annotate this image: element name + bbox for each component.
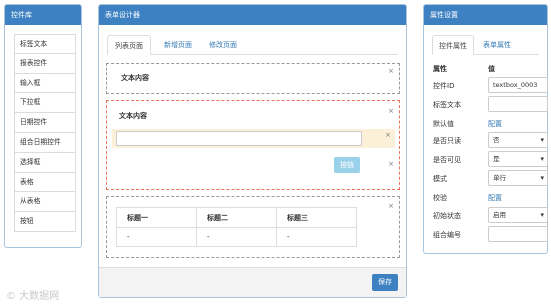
property-header-row: 属性 值 [432, 60, 542, 78]
readonly-select[interactable]: 否 [488, 132, 548, 148]
control-item-table[interactable]: 表格 [14, 172, 76, 193]
group-number-field[interactable] [488, 226, 548, 242]
property-row-initial-state: 初始状态 启用 [432, 207, 548, 225]
control-item-dropdown[interactable]: 下拉框 [14, 93, 76, 114]
property-row-mode: 模式 单行 [432, 170, 548, 188]
property-row-control-id: 控件ID textbox_0003 [432, 77, 548, 95]
property-label: 是否可见 [433, 156, 461, 164]
property-label: 是否只读 [433, 137, 461, 145]
table-cell: - [116, 227, 197, 247]
designer-tabs: 列表页面 新增页面 修改页面 [107, 35, 398, 55]
form-designer-panel: 表单设计器 列表页面 新增页面 修改页面 文本内容 × 文本内容 × × 按链 … [98, 4, 407, 298]
default-value-config-link[interactable]: 配置 [488, 119, 502, 129]
table-header-2: 标题二 [196, 207, 277, 228]
table-header-1: 标题一 [116, 207, 197, 228]
form-designer-title: 表单设计器 [99, 5, 406, 25]
property-name-header: 属性 [433, 65, 447, 73]
control-item-button[interactable]: 按钮 [14, 212, 76, 232]
save-button[interactable]: 保存 [372, 274, 398, 291]
watermark-text: © 大数据网 [6, 291, 60, 302]
property-row-validation: 校验 配置 [432, 189, 542, 207]
control-item-date[interactable]: 日期控件 [14, 113, 76, 133]
property-row-readonly: 是否只读 否 [432, 132, 548, 150]
property-row-visible: 是否可见 是 [432, 151, 548, 169]
mode-select[interactable]: 单行 [488, 170, 548, 186]
property-panel: 属性设置 控件属性 表单属性 属性 值 控件ID textbox_0003 标签… [423, 4, 548, 254]
table-preview: 标题一 标题二 标题三 - - - [116, 207, 357, 247]
close-icon[interactable]: × [388, 107, 394, 115]
validation-config-link[interactable]: 配置 [488, 193, 502, 203]
tab-list-page[interactable]: 列表页面 [107, 35, 151, 55]
control-id-field[interactable]: textbox_0003 [488, 77, 548, 93]
label-text-field[interactable] [488, 96, 548, 112]
property-row-group-number: 组合编号 [432, 226, 548, 244]
visible-select[interactable]: 是 [488, 151, 548, 167]
tab-edit-page[interactable]: 修改页面 [202, 35, 244, 55]
form-block-table[interactable]: × 标题一 标题二 标题三 - - - [106, 196, 400, 258]
select-button-preview[interactable]: 按链 [334, 157, 360, 173]
control-item-combo-date[interactable]: 组合日期控件 [14, 132, 76, 153]
input-highlight-row: × [112, 129, 395, 148]
property-label: 组合编号 [433, 231, 461, 239]
close-icon[interactable]: × [388, 202, 394, 210]
control-library-panel: 控件库 标签文本 报表控件 输入框 下拉框 日期控件 组合日期控件 选择框 表格… [4, 4, 82, 248]
property-panel-title: 属性设置 [424, 5, 547, 25]
initial-state-select[interactable]: 启用 [488, 207, 548, 223]
property-label: 标签文本 [433, 101, 461, 109]
control-item-sub-table[interactable]: 从表格 [14, 192, 76, 213]
property-value-header: 值 [488, 65, 495, 73]
tab-form-properties[interactable]: 表单属性 [477, 35, 517, 55]
form-block-text[interactable]: 文本内容 × [106, 63, 400, 94]
block-text-label: 文本内容 [121, 74, 149, 82]
control-library-title: 控件库 [5, 5, 81, 25]
property-label: 初始状态 [433, 212, 461, 220]
property-label: 模式 [433, 175, 447, 183]
control-item-report[interactable]: 报表控件 [14, 53, 76, 74]
control-item-select-box[interactable]: 选择框 [14, 152, 76, 173]
table-row: - - - [116, 227, 357, 247]
table-cell: - [196, 227, 277, 247]
close-icon[interactable]: × [388, 160, 394, 168]
text-input-preview[interactable] [116, 131, 362, 146]
property-row-default-value: 默认值 配置 [432, 115, 542, 133]
block-input-label: 文本内容 [119, 112, 147, 120]
tab-add-page[interactable]: 新增页面 [157, 35, 199, 55]
table-header-3: 标题三 [276, 207, 357, 228]
close-icon[interactable]: × [385, 131, 391, 139]
designer-footer: 保存 [99, 267, 406, 297]
property-label: 默认值 [433, 120, 454, 128]
property-tabs: 控件属性 表单属性 [432, 35, 539, 55]
property-label: 控件ID [433, 82, 455, 90]
table-cell: - [276, 227, 357, 247]
form-block-input-selected[interactable]: 文本内容 × × 按链 × [106, 100, 400, 190]
property-row-label-text: 标签文本 [432, 96, 548, 114]
close-icon[interactable]: × [388, 67, 394, 75]
control-list: 标签文本 报表控件 输入框 下拉框 日期控件 组合日期控件 选择框 表格 从表格… [14, 34, 76, 232]
property-label: 校验 [433, 194, 447, 202]
control-item-label-text[interactable]: 标签文本 [14, 34, 76, 54]
table-header-row: 标题一 标题二 标题三 [116, 207, 357, 228]
control-item-input[interactable]: 输入框 [14, 73, 76, 94]
tab-control-properties[interactable]: 控件属性 [432, 35, 474, 55]
